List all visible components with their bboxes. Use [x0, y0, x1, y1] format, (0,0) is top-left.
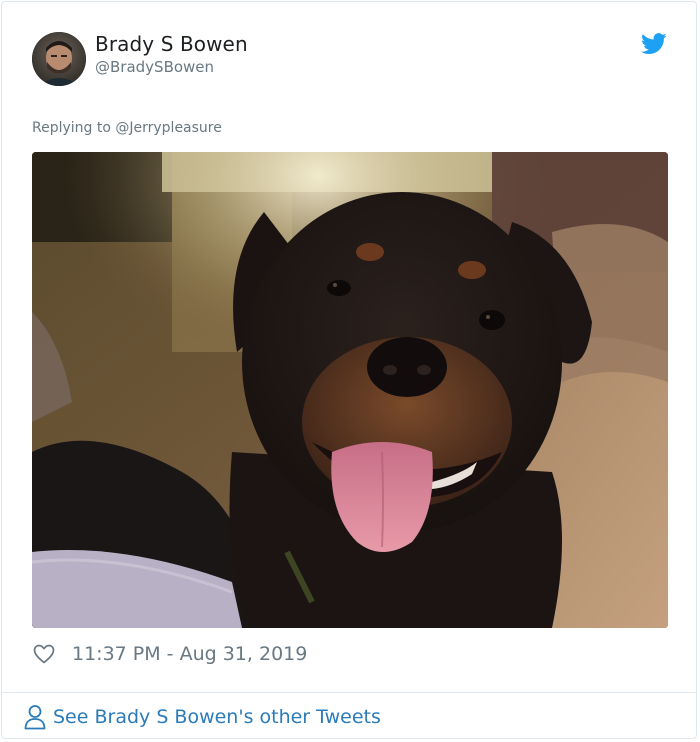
tweet-photo[interactable]	[32, 152, 668, 628]
tweet-meta-row: 11:37 PM - Aug 31, 2019	[32, 641, 307, 667]
author-display-name[interactable]: Brady S Bowen	[95, 32, 248, 56]
replying-to-text[interactable]: Replying to @Jerrypleasure	[32, 120, 222, 136]
author-handle[interactable]: @BradySBowen	[95, 58, 214, 76]
heart-icon[interactable]	[32, 642, 56, 666]
twitter-bird-icon[interactable]	[641, 33, 667, 55]
author-avatar[interactable]	[32, 32, 86, 86]
see-other-tweets-link[interactable]: See Brady S Bowen's other Tweets	[24, 703, 381, 731]
rottweiler-photo	[32, 152, 668, 628]
footer-divider	[1, 692, 697, 693]
tweet-timestamp[interactable]: 11:37 PM - Aug 31, 2019	[72, 643, 307, 665]
avatar-photo	[32, 32, 86, 86]
person-icon	[24, 704, 46, 730]
see-other-tweets-label: See Brady S Bowen's other Tweets	[53, 706, 381, 728]
